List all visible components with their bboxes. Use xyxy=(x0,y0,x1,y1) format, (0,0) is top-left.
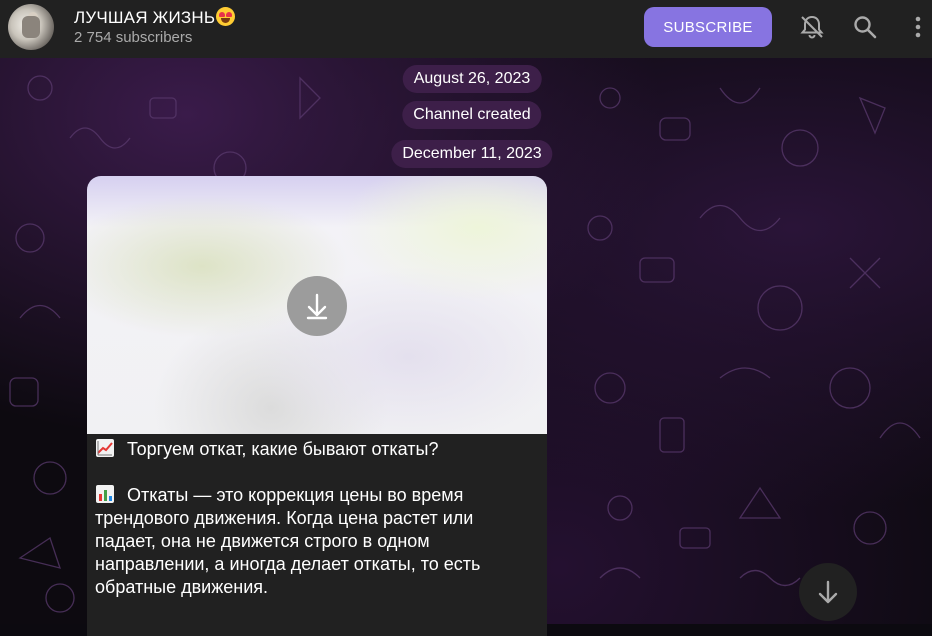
message-paragraph-2: Откаты — это коррекция цены во время тре… xyxy=(95,485,481,597)
chart-increasing-icon xyxy=(96,439,114,457)
channel-title[interactable]: ЛУЧШАЯ ЖИЗНЬ xyxy=(74,7,236,28)
message-line-1: Торгуем откат, какие бывают откаты? xyxy=(127,439,439,459)
channel-avatar[interactable] xyxy=(8,4,54,50)
message-text: Торгуем откат, какие бывают откаты? Отка… xyxy=(95,438,535,599)
download-button[interactable] xyxy=(287,276,347,336)
scroll-to-bottom-button[interactable] xyxy=(799,563,857,621)
service-message: Channel created xyxy=(402,101,542,129)
search-icon[interactable] xyxy=(850,12,880,42)
blurred-photo[interactable] xyxy=(87,176,547,434)
channel-name: ЛУЧШАЯ ЖИЗНЬ xyxy=(74,8,216,27)
subscribe-button[interactable]: SUBSCRIBE xyxy=(644,7,772,47)
bar-chart-icon xyxy=(96,485,114,503)
date-separator: December 11, 2023 xyxy=(391,140,553,168)
heart-eyes-emoji-icon xyxy=(216,7,236,26)
arrow-down-icon xyxy=(818,580,838,604)
subscriber-count: 2 754 subscribers xyxy=(74,29,193,46)
date-separator: August 26, 2023 xyxy=(402,65,542,93)
channel-post[interactable]: Торгуем откат, какие бывают откаты? Отка… xyxy=(87,176,547,636)
bell-off-icon[interactable] xyxy=(797,12,827,42)
more-vertical-icon[interactable] xyxy=(903,12,932,42)
channel-header: ЛУЧШАЯ ЖИЗНЬ 2 754 subscribers SUBSCRIBE xyxy=(0,0,932,58)
download-icon xyxy=(306,293,328,320)
